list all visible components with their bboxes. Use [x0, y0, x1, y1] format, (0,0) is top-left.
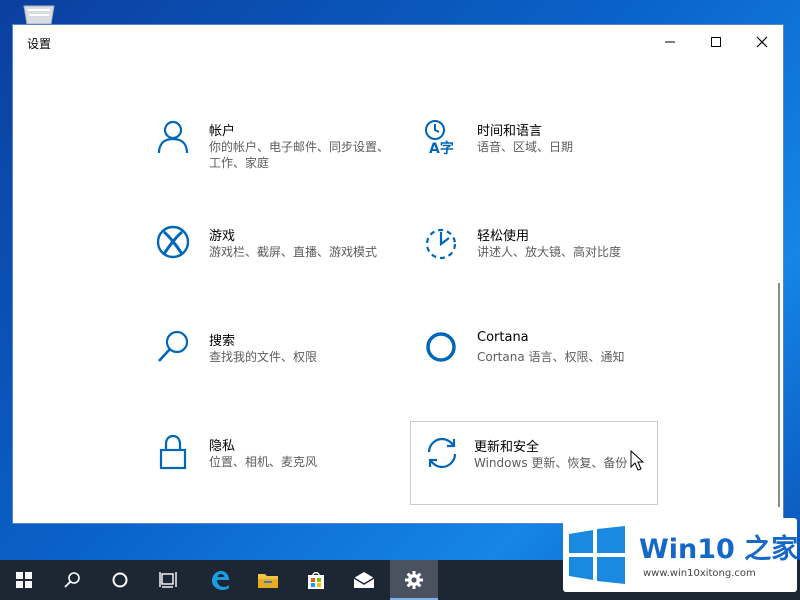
tile-title: 搜索 — [209, 334, 236, 349]
settings-icon — [405, 571, 423, 589]
taskbar-settings-button[interactable] — [390, 560, 438, 600]
taskbar-search-button[interactable] — [48, 560, 96, 600]
minimize-button[interactable] — [647, 25, 693, 59]
minimize-icon — [665, 41, 675, 43]
tile-title: 隐私 — [209, 439, 236, 454]
watermark-url: www.win10xitong.com — [643, 568, 756, 579]
tile-title: 游戏 — [209, 229, 236, 244]
start-icon — [16, 572, 32, 588]
scrollbar[interactable] — [778, 283, 780, 507]
mouse-cursor-icon — [630, 450, 645, 471]
tile-title: 更新和安全 — [474, 440, 540, 455]
window-title: 设置 — [27, 37, 52, 51]
taskbar-file-explorer-button[interactable] — [244, 560, 292, 600]
maximize-button[interactable] — [693, 25, 739, 59]
settings-window: 设置 帐户 你的帐户、电子邮件、同步设置、工作、家庭 A字 时间和语言 语音、区… — [12, 24, 784, 524]
tile-update-security[interactable]: 更新和安全 Windows 更新、恢复、备份 — [410, 421, 658, 505]
tile-description: 语音、区域、日期 — [477, 140, 574, 154]
tile-description: 讲述人、放大镜、高对比度 — [477, 245, 622, 259]
mail-icon — [353, 572, 375, 588]
recycle-bin-icon[interactable] — [18, 4, 60, 24]
cortana-icon — [426, 332, 456, 362]
tile-ease-of-access[interactable]: 轻松使用 讲述人、放大镜、高对比度 — [413, 224, 661, 306]
tile-title: 时间和语言 — [477, 124, 543, 139]
maximize-icon — [711, 37, 721, 47]
watermark: Win10 之家 www.win10xitong.com — [563, 518, 799, 592]
svg-text:A字: A字 — [429, 140, 454, 155]
store-icon — [308, 572, 324, 589]
tile-description: 查找我的文件、权限 — [209, 350, 318, 364]
taskbar-edge-button[interactable] — [196, 560, 244, 600]
tile-accounts[interactable]: 帐户 你的帐户、电子邮件、同步设置、工作、家庭 — [145, 119, 393, 201]
cortana-icon — [112, 572, 128, 588]
edge-icon — [212, 571, 229, 590]
search-icon — [64, 572, 80, 588]
task-view-icon — [159, 572, 177, 588]
close-button[interactable] — [739, 25, 785, 59]
title-bar: 设置 — [13, 25, 783, 59]
tile-privacy[interactable]: 隐私 位置、相机、麦克风 — [145, 434, 393, 516]
tile-search[interactable]: 搜索 查找我的文件、权限 — [145, 329, 393, 411]
task-view-button[interactable] — [144, 560, 192, 600]
tile-description: Cortana 语言、权限、通知 — [477, 350, 625, 364]
start-button[interactable] — [0, 560, 48, 600]
user-icon — [157, 120, 189, 154]
file-explorer-icon — [258, 574, 278, 588]
watermark-name: Win10 之家 — [639, 534, 799, 565]
tile-title: Cortana — [477, 330, 529, 345]
tile-gaming[interactable]: 游戏 游戏栏、截屏、直播、游戏模式 — [145, 224, 393, 306]
ease-of-access-icon — [425, 228, 457, 260]
windows-logo-icon — [569, 526, 625, 584]
tile-description: 你的帐户、电子邮件、同步设置、工作、家庭 — [209, 140, 390, 170]
tile-description: Windows 更新、恢复、备份 — [474, 456, 628, 470]
time-language-icon: A字 — [425, 120, 454, 155]
lock-icon — [159, 434, 187, 470]
tile-description: 位置、相机、麦克风 — [209, 455, 318, 469]
tile-cortana[interactable]: Cortana Cortana 语言、权限、通知 — [413, 329, 661, 411]
update-icon — [427, 437, 457, 469]
tile-time-language[interactable]: A字 时间和语言 语音、区域、日期 — [413, 119, 661, 201]
tile-title: 轻松使用 — [477, 229, 530, 244]
search-icon — [158, 330, 189, 362]
taskbar-cortana-button[interactable] — [96, 560, 144, 600]
taskbar-mail-button[interactable] — [340, 560, 388, 600]
taskbar-store-button[interactable] — [292, 560, 340, 600]
close-icon — [756, 36, 768, 48]
tile-description: 游戏栏、截屏、直播、游戏模式 — [209, 245, 378, 259]
xbox-icon — [156, 225, 190, 259]
tile-title: 帐户 — [209, 124, 236, 139]
